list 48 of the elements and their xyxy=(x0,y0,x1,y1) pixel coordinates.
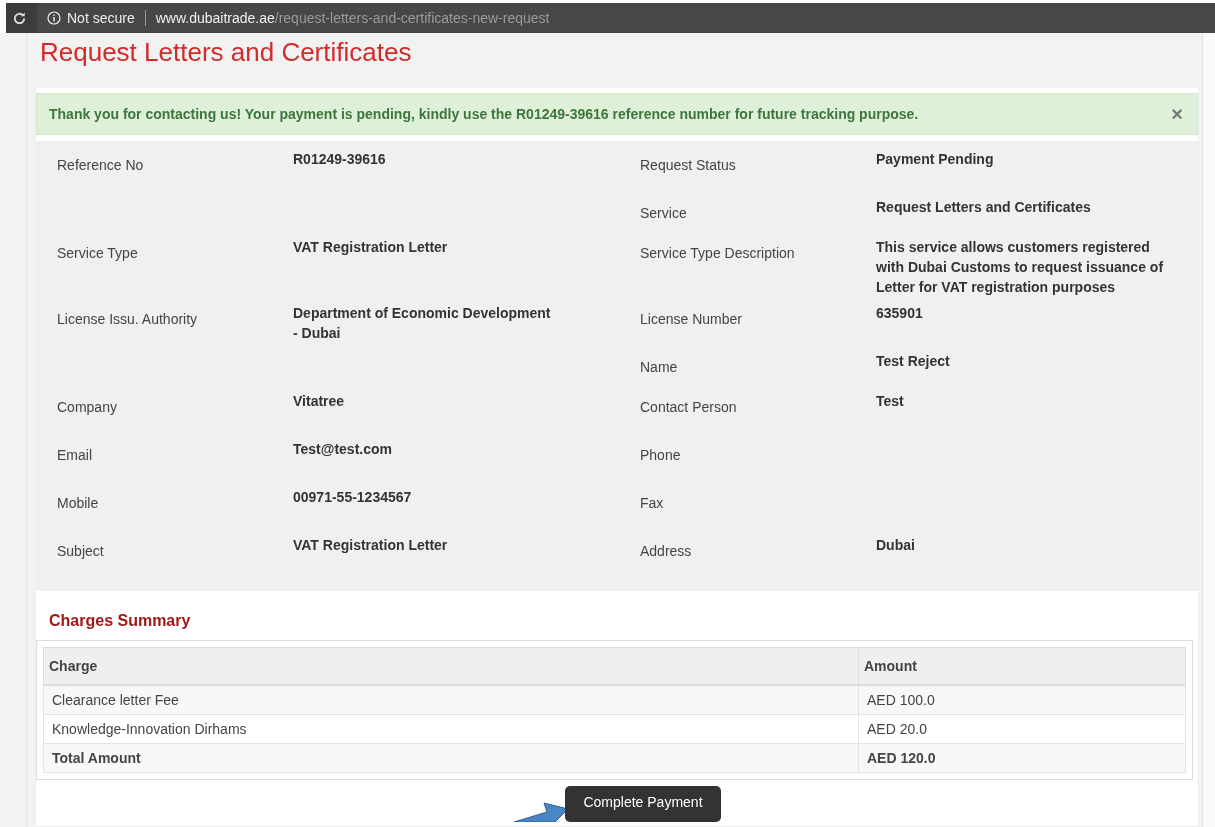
field-label: Service Type Description xyxy=(640,244,796,261)
field-value: Request Letters and Certificates xyxy=(876,198,1092,217)
field-value: VAT Registration Letter xyxy=(293,238,449,257)
field-value: Test xyxy=(876,392,905,411)
field-label: Mobile xyxy=(57,494,100,511)
field-value: Payment Pending xyxy=(876,150,995,169)
field-value: 00971-55-1234567 xyxy=(293,488,413,507)
url-text: www.dubaitrade.ae/request-letters-and-certificates-new-request xyxy=(155,10,550,26)
alert-message: Thank you for contacting us! Your payment is pending, kindly use the R01249-39616 reference number for future tracking purpose. xyxy=(49,106,919,122)
field-label: Service Type xyxy=(57,244,139,261)
field-label: License Number xyxy=(640,310,743,327)
field-value: Dubai xyxy=(876,536,916,555)
field-value: Test Reject xyxy=(876,352,951,371)
table-cell: AED 120.0 xyxy=(858,743,1186,773)
table-cell: AED 20.0 xyxy=(858,714,1186,744)
page-title: Request Letters and Certificates xyxy=(40,37,413,69)
reload-icon[interactable] xyxy=(12,10,27,26)
table-cell: AED 100.0 xyxy=(858,685,1186,715)
field-value: This service allows customers registered with Dubai Customs to request issuance of Letter for VAT registration purposes xyxy=(876,238,1165,297)
url-field[interactable]: Not secure www.dubaitrade.ae/request-letters-and-certificates-new-request xyxy=(37,3,1215,33)
field-label: Company xyxy=(57,398,118,415)
section-title: Charges Summary xyxy=(49,612,192,630)
field-label: Service xyxy=(640,204,688,221)
field-label: Reference No xyxy=(57,156,145,173)
table-cell: Clearance letter Fee xyxy=(43,685,859,715)
field-label: Address xyxy=(640,542,693,559)
field-label: Request Status xyxy=(640,156,737,173)
info-icon xyxy=(47,11,61,25)
close-button[interactable]: × xyxy=(1167,104,1187,124)
field-value: Test@test.com xyxy=(293,440,393,459)
field-value: R01249-39616 xyxy=(293,150,387,169)
field-label: Fax xyxy=(640,494,665,511)
table-cell: Knowledge-Innovation Dirhams xyxy=(43,714,859,744)
column-header: Amount xyxy=(858,647,1186,685)
field-value: Vitatree xyxy=(293,392,346,411)
table-cell: Total Amount xyxy=(43,743,859,773)
field-label: Subject xyxy=(57,542,105,559)
security-label: Not secure xyxy=(67,10,135,26)
complete-payment-button[interactable]: Complete Payment xyxy=(565,786,721,822)
field-value: Department of Economic Development - Dubai xyxy=(293,304,552,343)
field-label: Name xyxy=(640,358,679,375)
field-label: Contact Person xyxy=(640,398,738,415)
column-header: Charge xyxy=(43,647,859,685)
field-value: 635901 xyxy=(876,304,924,323)
field-label: Email xyxy=(57,446,93,463)
field-value: VAT Registration Letter xyxy=(293,536,449,555)
field-label: Phone xyxy=(640,446,682,463)
field-label: License Issu. Authority xyxy=(57,310,199,327)
